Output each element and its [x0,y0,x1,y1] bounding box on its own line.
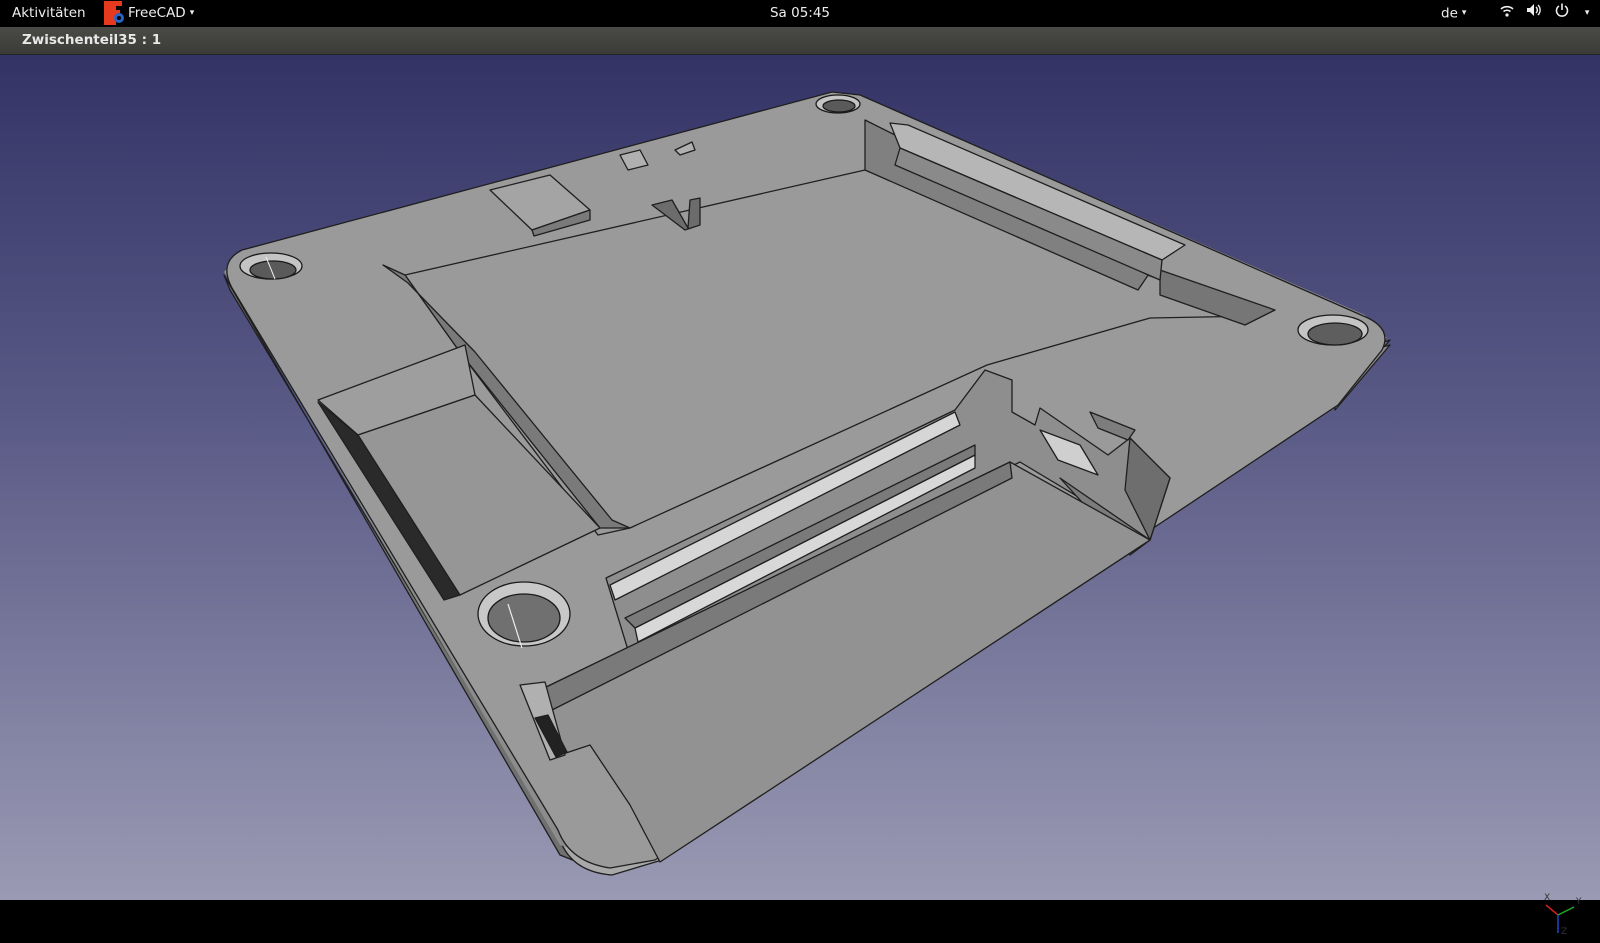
power-icon [1555,0,1569,27]
clock[interactable]: Sa 05:45 [0,0,1600,27]
language-label: de [1441,5,1458,22]
top-bar: Aktivitäten FreeCAD ▾ Sa 05:45 de ▾ ▾ [0,0,1600,27]
axis-x-label: X [1544,893,1551,903]
system-menu-chevron-icon: ▾ [1584,8,1590,18]
3d-viewport[interactable]: X Y Z [0,55,1600,937]
wifi-icon [1500,0,1514,27]
language-chevron-icon: ▾ [1461,8,1467,18]
language-selector[interactable]: de ▾ [1441,0,1466,27]
volume-icon [1526,0,1542,27]
window-title: Zwischenteil35 : 1 [22,32,162,48]
axis-cross: X Y Z [1530,893,1590,943]
axis-y-label: Y [1576,897,1582,907]
part-model [223,91,1391,876]
window-title-bar[interactable]: Zwischenteil35 : 1 [0,27,1600,55]
axis-z-label: Z [1561,927,1568,937]
system-tray[interactable]: ▾ [1500,0,1597,27]
